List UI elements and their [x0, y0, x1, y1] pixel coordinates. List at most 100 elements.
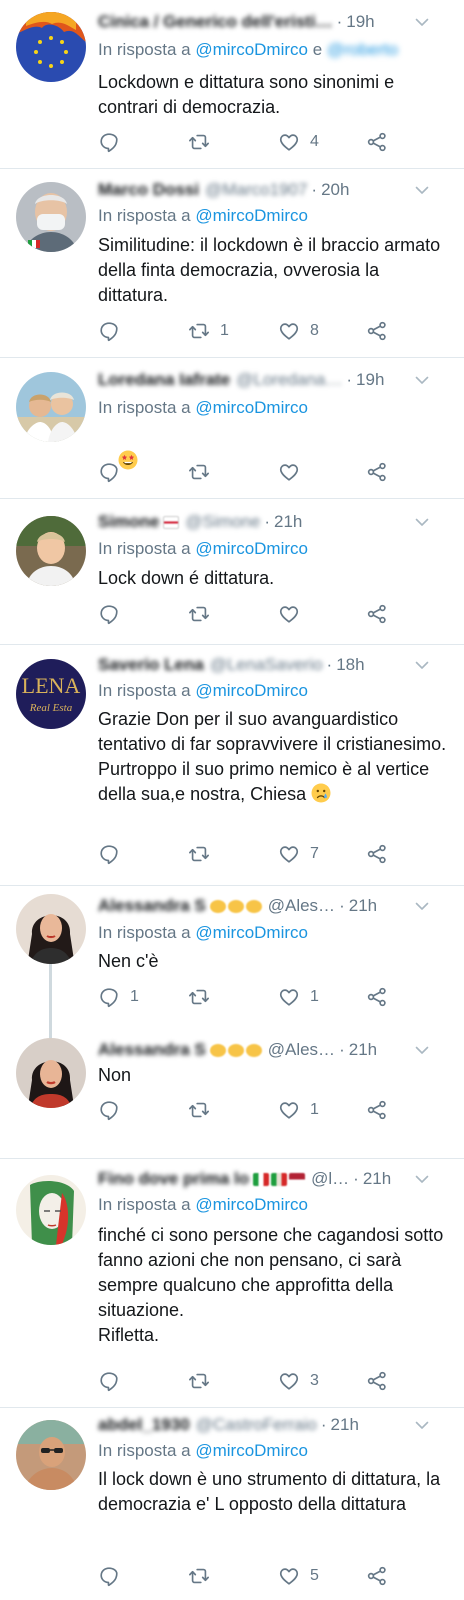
retweet-button[interactable]: [188, 460, 220, 484]
reply-button[interactable]: [98, 460, 130, 484]
share-button[interactable]: [366, 319, 388, 343]
reply-button[interactable]: [98, 602, 130, 626]
tweet[interactable]: Loredana Iafrate @Loredana… · 19h In ris…: [0, 358, 464, 498]
like-button[interactable]: 5: [278, 1564, 319, 1588]
reply-button[interactable]: 1: [98, 985, 139, 1009]
share-button[interactable]: [366, 1098, 388, 1122]
chevron-down-icon[interactable]: [414, 1042, 430, 1058]
two-people-avatar[interactable]: [16, 372, 86, 442]
chevron-down-icon[interactable]: [414, 14, 430, 30]
woman-dark-hair-avatar[interactable]: [16, 1038, 86, 1108]
chevron-down-icon[interactable]: [414, 372, 430, 388]
reply-button[interactable]: [98, 842, 130, 866]
author-handle[interactable]: @Loredana…: [236, 369, 342, 391]
timestamp[interactable]: 21h: [349, 1039, 377, 1061]
retweet-button[interactable]: [188, 130, 220, 154]
reply-mention[interactable]: @mircoDmirco: [195, 1441, 308, 1460]
timestamp[interactable]: 21h: [331, 1414, 359, 1436]
tweet[interactable]: Simone @Simone · 21h In risposta a @mirc…: [0, 499, 464, 644]
like-button[interactable]: 1: [278, 1098, 319, 1122]
reply-mention[interactable]: @mircoDmirco: [195, 681, 308, 700]
chevron-down-icon[interactable]: [414, 514, 430, 530]
author-name[interactable]: abdel_1930: [98, 1414, 190, 1436]
author-name[interactable]: Marco Dossi: [98, 179, 199, 201]
like-button[interactable]: [278, 460, 310, 484]
like-button[interactable]: [278, 602, 310, 626]
reply-mention[interactable]: @mircoDmirco: [195, 206, 308, 225]
author-handle[interactable]: @CastroFerraio: [196, 1414, 317, 1436]
reply-button[interactable]: [98, 130, 130, 154]
like-button[interactable]: 1: [278, 985, 319, 1009]
author-handle[interactable]: @Ales…: [268, 895, 335, 917]
retweet-button[interactable]: [188, 1564, 220, 1588]
like-button[interactable]: 8: [278, 319, 319, 343]
author-name[interactable]: Loredana Iafrate: [98, 369, 230, 391]
reply-button[interactable]: [98, 1369, 130, 1393]
author-name[interactable]: Cinica / Generico dell'eristi…: [98, 11, 333, 33]
retweet-button[interactable]: [188, 842, 220, 866]
tweet[interactable]: Cinica / Generico dell'eristi… · 19h In …: [0, 0, 464, 168]
author-handle[interactable]: @Marco1907: [205, 179, 307, 201]
tweet[interactable]: LENA Real Esta Saverio Lena @LenaSaverio…: [0, 645, 464, 885]
tweet[interactable]: Alessandra S @Ales… · 21h In risposta a …: [0, 886, 464, 1028]
like-button[interactable]: 7: [278, 842, 319, 866]
author-name[interactable]: Saverio Lena: [98, 654, 204, 676]
reply-mention[interactable]: @mircoDmirco: [195, 539, 308, 558]
share-button[interactable]: [366, 1369, 388, 1393]
like-button[interactable]: 3: [278, 1369, 319, 1393]
author-handle[interactable]: @Ales…: [268, 1039, 335, 1061]
reply-mention[interactable]: @mircoDmirco: [195, 923, 308, 942]
tweet[interactable]: Marco Dossi @Marco1907 · 20h In risposta…: [0, 169, 464, 357]
reply-mention-second[interactable]: @roberto: [327, 40, 398, 59]
young-man-avatar[interactable]: [16, 516, 86, 586]
reply-button[interactable]: [98, 319, 130, 343]
retweet-button[interactable]: 1: [188, 319, 229, 343]
tweet[interactable]: Fino dove prima lo @l… · 21h In risposta…: [0, 1159, 464, 1407]
chevron-down-icon[interactable]: [414, 898, 430, 914]
tweet[interactable]: abdel_1930 @CastroFerraio · 21h In rispo…: [0, 1408, 464, 1600]
chevron-down-icon[interactable]: [414, 1171, 430, 1187]
reply-mention[interactable]: @mircoDmirco: [195, 398, 308, 417]
reply-button[interactable]: [98, 1564, 130, 1588]
retweet-button[interactable]: [188, 602, 220, 626]
timestamp[interactable]: 20h: [321, 179, 349, 201]
italian-flag-face-avatar[interactable]: [16, 1175, 86, 1245]
share-button[interactable]: [366, 602, 388, 626]
retweet-button[interactable]: [188, 985, 220, 1009]
retweet-button[interactable]: [188, 1369, 220, 1393]
share-button[interactable]: [366, 460, 388, 484]
share-button[interactable]: [366, 985, 388, 1009]
author-handle[interactable]: @LenaSaverio: [210, 654, 323, 676]
author-name[interactable]: Fino dove prima lo: [98, 1168, 249, 1190]
chevron-down-icon[interactable]: [414, 182, 430, 198]
author-name[interactable]: Simone: [98, 511, 159, 533]
retweet-button[interactable]: [188, 1098, 220, 1122]
man-with-mask-avatar[interactable]: [16, 182, 86, 252]
timestamp[interactable]: 21h: [363, 1168, 391, 1190]
man-sunglasses-avatar[interactable]: [16, 1420, 86, 1490]
author-name[interactable]: Alessandra S: [98, 1039, 206, 1061]
reply-button[interactable]: [98, 1098, 130, 1122]
share-button[interactable]: [366, 1564, 388, 1588]
author-handle[interactable]: @Simone: [185, 511, 260, 533]
lena-logo-avatar[interactable]: LENA Real Esta: [16, 659, 86, 729]
timestamp[interactable]: 18h: [336, 654, 364, 676]
woman-dark-hair-avatar[interactable]: [16, 894, 86, 964]
reply-mention[interactable]: @mircoDmirco: [195, 40, 308, 59]
author-name[interactable]: Alessandra S: [98, 895, 206, 917]
chevron-down-icon[interactable]: [414, 657, 430, 673]
timestamp[interactable]: 21h: [274, 511, 302, 533]
author-handle[interactable]: @l…: [311, 1168, 349, 1190]
tweet[interactable]: Alessandra S @Ales… · 21h Non 1: [0, 1030, 464, 1158]
timestamp[interactable]: 19h: [356, 369, 384, 391]
eu-flag-fire-avatar[interactable]: [16, 12, 86, 82]
tweet-header: Alessandra S @Ales… · 21h: [98, 1039, 452, 1061]
like-count: 7: [310, 845, 319, 862]
chevron-down-icon[interactable]: [414, 1417, 430, 1433]
share-button[interactable]: [366, 842, 388, 866]
timestamp[interactable]: 19h: [346, 11, 374, 33]
share-button[interactable]: [366, 130, 388, 154]
reply-mention[interactable]: @mircoDmirco: [195, 1195, 308, 1214]
timestamp[interactable]: 21h: [349, 895, 377, 917]
like-button[interactable]: 4: [278, 130, 319, 154]
